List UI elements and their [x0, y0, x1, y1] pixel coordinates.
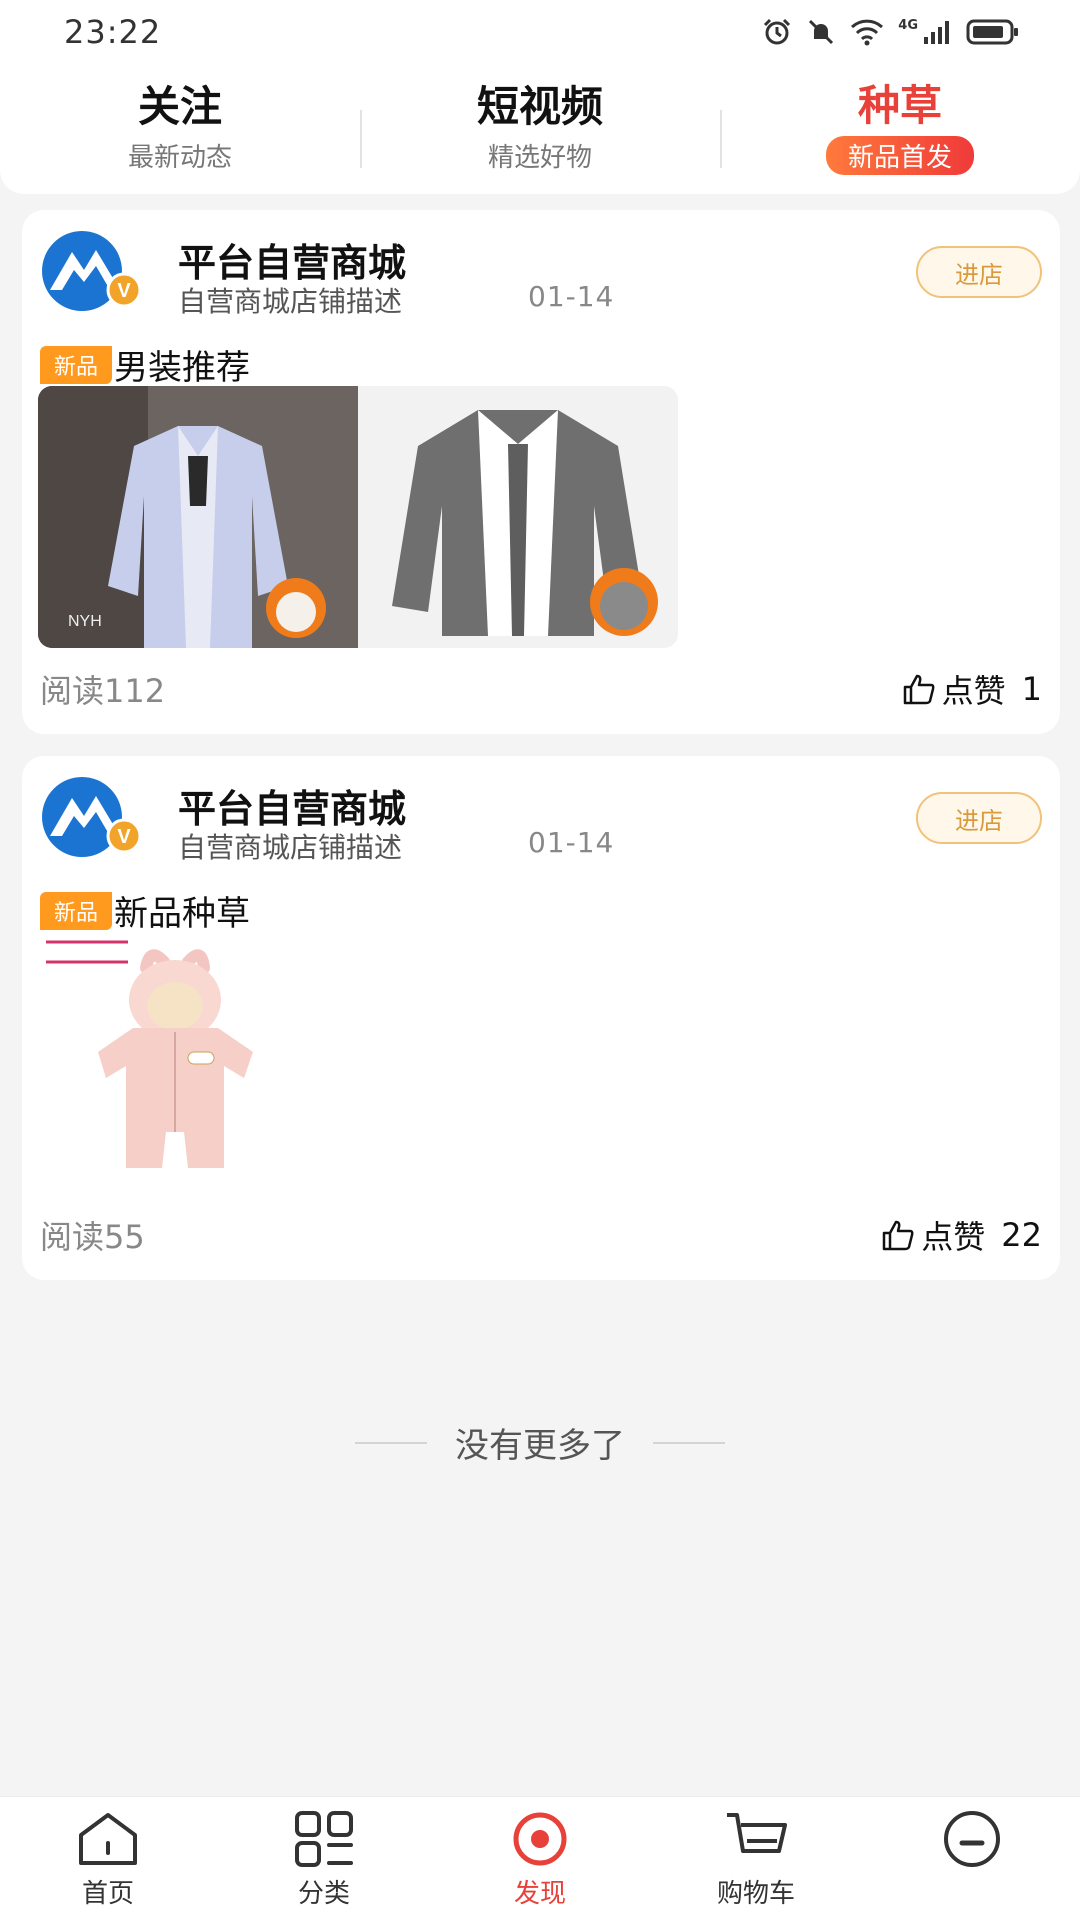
- nav-discover[interactable]: 发现: [432, 1797, 648, 1920]
- profile-icon: [944, 1811, 1000, 1867]
- tab-subtitle: 最新动态: [127, 142, 232, 173]
- thumbs-up-icon: [903, 674, 935, 705]
- divider-right: [653, 1441, 725, 1444]
- like-button[interactable]: 点赞 1: [902, 666, 1042, 712]
- post-title-row: 新品 男装推荐: [40, 340, 250, 389]
- nav-home[interactable]: 首页: [0, 1797, 216, 1920]
- tab-title: 关注: [137, 82, 222, 132]
- nav-category[interactable]: 分类: [216, 1797, 432, 1920]
- bell-muted-icon: [809, 19, 834, 45]
- read-count: 阅读112: [40, 672, 166, 710]
- end-of-list: 没有更多了: [0, 1418, 1080, 1467]
- nav-label: 购物车: [716, 1879, 795, 1909]
- top-tabs: 关注 最新动态 短视频 精选好物 种草 新品首发: [0, 64, 1080, 194]
- shop-name[interactable]: 平台自营商城: [178, 778, 406, 833]
- nav-label: 分类: [297, 1879, 350, 1909]
- alarm-icon: [764, 18, 791, 45]
- wifi-icon: [851, 19, 884, 46]
- post-title-row: 新品 新品种草: [40, 886, 250, 935]
- discover-icon: [513, 1812, 567, 1866]
- post-title[interactable]: 新品种草: [114, 886, 250, 935]
- svg-text:V: V: [117, 826, 131, 848]
- svg-text:NYH: NYH: [68, 613, 102, 630]
- tab-short-video[interactable]: 短视频 精选好物: [360, 64, 720, 194]
- like-count: 22: [1001, 1216, 1042, 1254]
- post-stats: 阅读112 点赞 1: [40, 666, 1042, 712]
- shop-avatar[interactable]: V: [40, 776, 142, 858]
- post-images: [38, 932, 300, 1194]
- tab-subtitle: 新品首发: [825, 135, 974, 175]
- post-date: 01-14: [528, 826, 615, 859]
- new-tag: 新品: [40, 345, 113, 384]
- no-more-label: 没有更多了: [455, 1426, 625, 1466]
- bottom-nav: 首页 分类 发现 购物车: [0, 1796, 1080, 1920]
- status-icons: 4G: [762, 17, 1020, 47]
- nav-label: 发现: [513, 1879, 566, 1909]
- nav-label: 首页: [81, 1879, 134, 1909]
- post-stats: 阅读55 点赞 22: [40, 1212, 1042, 1258]
- post-date: 01-14: [528, 280, 615, 313]
- tab-subtitle: 精选好物: [487, 142, 592, 173]
- divider-left: [355, 1441, 427, 1444]
- nav-cart[interactable]: 购物车: [648, 1797, 864, 1920]
- like-count: 1: [1021, 670, 1042, 708]
- post-images: NYH: [38, 386, 678, 648]
- like-label: 点赞: [921, 1218, 986, 1256]
- nav-profile[interactable]: [864, 1797, 1080, 1920]
- tab-recommend[interactable]: 种草 新品首发: [720, 64, 1080, 194]
- grid-icon: [295, 1811, 353, 1867]
- new-tag: 新品: [40, 891, 113, 930]
- thumbs-up-icon: [883, 1220, 914, 1251]
- status-bar: 23:22 4G: [0, 0, 1080, 64]
- shirt-blue-image[interactable]: NYH: [38, 386, 358, 648]
- enter-shop-button[interactable]: 进店: [916, 246, 1042, 298]
- shop-name[interactable]: 平台自营商城: [178, 232, 406, 287]
- tab-title: 短视频: [476, 82, 603, 132]
- tab-follow[interactable]: 关注 最新动态: [0, 64, 360, 194]
- tab-title: 种草: [857, 81, 942, 131]
- shop-description: 自营商城店铺描述: [178, 831, 403, 864]
- like-button[interactable]: 点赞 22: [881, 1212, 1042, 1258]
- cart-icon: [727, 1813, 787, 1853]
- enter-shop-button[interactable]: 进店: [916, 792, 1042, 844]
- post-card[interactable]: V 平台自营商城 自营商城店铺描述 01-14 进店 新品 新品种草 阅读55: [22, 756, 1060, 1280]
- status-time: 23:22: [64, 13, 162, 51]
- battery-icon: [966, 19, 1018, 45]
- home-icon: [79, 1813, 137, 1865]
- post-card[interactable]: V 平台自营商城 自营商城店铺描述 01-14 进店 新品 男装推荐 NYH 阅…: [22, 210, 1060, 734]
- read-count: 阅读55: [40, 1218, 145, 1256]
- shop-description: 自营商城店铺描述: [178, 285, 403, 318]
- like-label: 点赞: [941, 672, 1006, 710]
- shirt-grey-image[interactable]: [358, 386, 678, 648]
- svg-text:V: V: [117, 280, 131, 302]
- baby-romper-pink-image[interactable]: [38, 932, 300, 1194]
- network-label: 4G: [898, 17, 918, 33]
- signal-icon: [924, 21, 949, 44]
- post-title[interactable]: 男装推荐: [114, 340, 250, 389]
- shop-avatar[interactable]: V: [40, 230, 142, 312]
